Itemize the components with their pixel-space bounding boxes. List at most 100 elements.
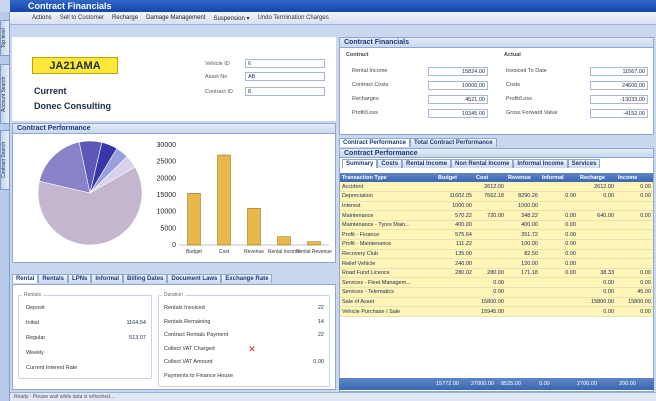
table-cell: 0.00 — [578, 306, 616, 317]
table-row[interactable]: Relief Vehicle 240.00 120.00 0.00 — [340, 258, 653, 269]
table-row[interactable]: Accident 2612.00 2612.00 0.00 — [340, 182, 653, 193]
subtab-non-rental-income[interactable]: Non Rental Income — [451, 159, 514, 168]
toolbar-suspension[interactable]: Suspension ▾ — [213, 15, 249, 22]
contract-row-value[interactable]: 15824.00 — [428, 67, 488, 76]
table-header-cell[interactable]: Income — [616, 173, 653, 182]
lower-tab[interactable]: Document Laws — [167, 274, 222, 283]
table-row[interactable]: Interest 1000.00 1000.00 — [340, 201, 653, 212]
table-cell: 0.00 — [616, 268, 653, 279]
actual-row-label: Profit/Loss — [506, 96, 532, 102]
table-row[interactable]: Profit - Finance 575.64 351.72 0.00 — [340, 229, 653, 241]
pie-chart — [37, 140, 143, 246]
table-cell: 171.18 — [506, 268, 540, 279]
table-header-cell[interactable]: Transaction Type — [340, 173, 436, 182]
y-tick-label: 10000 — [157, 209, 177, 216]
table-cell: 0.00 — [616, 191, 653, 202]
table-cell — [506, 287, 540, 298]
vtab-contract-search[interactable]: Contract Search — [0, 130, 10, 190]
rentals-row-label: Weekly — [26, 350, 44, 356]
table-cell — [506, 277, 540, 289]
vehicle-id-field[interactable]: 6 — [245, 59, 325, 68]
lower-tab[interactable]: Informal — [91, 274, 124, 283]
table-cell — [540, 277, 578, 289]
toolbar-actions[interactable]: Actions — [32, 15, 52, 21]
actual-row-value[interactable]: -13033.00 — [590, 95, 648, 104]
tab-total-contract-performance[interactable]: Total Contract Performance — [410, 138, 497, 147]
vtab-account-search[interactable]: Account Search — [0, 64, 10, 124]
contract-row-value[interactable]: 10000.00 — [428, 81, 488, 90]
table-row[interactable]: Vehicle Purchase / Sale 15945.00 0.00 0.00 — [340, 306, 653, 317]
actual-row-value[interactable]: 11567.00 — [590, 67, 648, 76]
actual-row-label: Gross Forward Value — [506, 110, 558, 116]
table-row[interactable]: Sale of Asset 15800.00 15800.00 15800.00 — [340, 297, 653, 308]
table-cell — [578, 220, 616, 231]
table-cell — [540, 201, 578, 212]
table-cell: 0.00 — [616, 306, 653, 317]
table-cell: Profit - Finance — [340, 229, 436, 241]
subtab-informal-income[interactable]: Informal Income — [513, 159, 568, 168]
toolbar-recharge[interactable]: Recharge — [112, 15, 138, 21]
table-row[interactable]: Profit - Maintenance 111.22 100.00 0.00 — [340, 239, 653, 250]
duration-row-value[interactable]: ✕ — [230, 344, 274, 355]
table-cell — [578, 229, 616, 241]
subtab-summary[interactable]: Summary — [342, 159, 378, 168]
contract-row-value[interactable]: 4521.00 — [428, 95, 488, 104]
subtab-rental-income[interactable]: Rental Income — [402, 159, 452, 168]
asset-no-field[interactable]: AB — [245, 72, 325, 81]
table-header-cell[interactable]: Informal — [540, 173, 578, 182]
vtab-top-level[interactable]: Top level — [0, 20, 10, 56]
contract-id-field[interactable]: 8 — [245, 87, 325, 96]
contract-row-label: Rental Income — [352, 68, 388, 74]
table-cell: 11602.05 — [436, 191, 474, 202]
lower-tab[interactable]: Rental — [12, 274, 39, 283]
table-cell: 135.00 — [436, 249, 474, 260]
lower-tab[interactable]: Rentals — [38, 274, 69, 283]
lower-tab[interactable]: LPNs — [68, 274, 92, 283]
table-cell — [616, 249, 653, 260]
lower-tab[interactable]: Exchange Rate — [221, 274, 273, 283]
table-cell: 0.00 — [616, 182, 653, 193]
duration-row-value: 22 — [317, 332, 324, 338]
table-header-cell[interactable]: Cost — [474, 173, 506, 182]
table-cell — [436, 277, 474, 289]
subtab-costs[interactable]: Costs — [377, 159, 403, 168]
table-row[interactable]: Services - Fleet Managem... 0.00 0.00 0.00 — [340, 277, 653, 289]
table-cell: Sale of Asset — [340, 297, 436, 308]
table-cell: 280.02 — [436, 268, 474, 279]
duration-row-label: Contract Rentals Payment — [164, 332, 229, 338]
table-cell: 0.00 — [540, 191, 578, 202]
table-cell: Profit - Maintenance — [340, 239, 436, 250]
performance-table[interactable]: Transaction Type Budget Cost Revenue Informa… — [340, 173, 653, 317]
table-row[interactable]: Depreciation 11602.05 7662.18 8290.26 0.00 0.… — [340, 191, 653, 202]
contract-row-value[interactable]: 10345.00 — [428, 109, 488, 118]
table-row[interactable]: Recovery Club 135.00 82.50 0.00 — [340, 249, 653, 260]
contract-performance-title: Contract Performance — [13, 124, 335, 134]
actual-row-value[interactable]: -4152.00 — [590, 109, 648, 118]
table-header-cell[interactable]: Revenue — [506, 173, 540, 182]
table-cell: 0.00 — [540, 249, 578, 260]
rentals-group-title: Rentals — [22, 292, 43, 298]
table-header-cell[interactable]: Budget — [436, 173, 474, 182]
table-row[interactable]: Maintenance 570.22 720.00 348.22 0.00 640.00 0… — [340, 210, 653, 221]
table-cell: 45.00 — [616, 287, 653, 298]
table-cell: 0.00 — [616, 277, 653, 289]
tab-contract-performance[interactable]: Contract Performance — [339, 138, 411, 147]
table-header-cell[interactable]: Recharge — [578, 173, 616, 182]
rentals-row-label: Deposit — [26, 305, 45, 311]
table-row[interactable]: Road Fund Licence 280.02 280.00 171.18 0.00 3… — [340, 268, 653, 279]
table-row[interactable]: Maintenance - Tyres Main... 400.00 400.00 0… — [340, 220, 653, 231]
toolbar-sell-to-customer[interactable]: Sell to Customer — [60, 15, 104, 21]
table-cell — [616, 220, 653, 231]
table-row[interactable]: Services - Telematics 0.00 0.00 45.00 — [340, 287, 653, 298]
toolbar-undo-termination[interactable]: Undo Termination Charges — [257, 15, 328, 21]
table-cell: Interest — [340, 201, 436, 212]
toolbar-damage-management[interactable]: Damage Management — [146, 15, 205, 21]
actual-row-label: Costs — [506, 82, 521, 88]
table-cell — [616, 201, 653, 212]
subtab-services[interactable]: Services — [567, 159, 601, 168]
table-cell: 2612.00 — [578, 182, 616, 193]
y-tick-label: 0 — [172, 242, 176, 249]
actual-row-value[interactable]: 24600.00 — [590, 81, 648, 90]
table-cell: 1000.00 — [506, 201, 540, 212]
lower-tab[interactable]: Billing Dates — [123, 274, 168, 283]
